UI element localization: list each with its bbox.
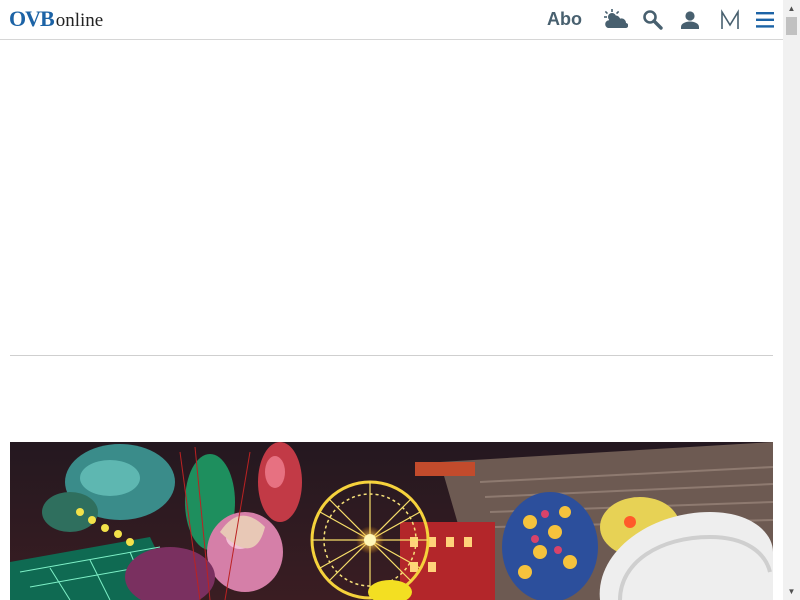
user-icon[interactable] xyxy=(679,9,701,31)
scroll-down-arrow-icon[interactable]: ▼ xyxy=(783,583,800,600)
logo-online-text: online xyxy=(55,10,104,31)
weather-icon[interactable] xyxy=(602,8,628,32)
abo-link[interactable]: Abo xyxy=(547,9,582,30)
logo-ovb-text: OVB xyxy=(9,6,55,31)
site-logo[interactable]: OVB online xyxy=(9,6,103,32)
search-icon[interactable] xyxy=(642,9,664,31)
scroll-up-arrow-icon[interactable]: ▲ xyxy=(783,0,800,17)
ad-slot xyxy=(10,40,773,354)
hero-photo[interactable] xyxy=(10,442,773,600)
header-actions: Abo xyxy=(547,0,775,39)
merkur-icon[interactable] xyxy=(719,8,741,31)
scrollbar-thumb[interactable] xyxy=(786,17,797,35)
content-divider xyxy=(10,355,773,356)
menu-icon[interactable] xyxy=(755,9,775,31)
hero-photo-illustration xyxy=(10,442,773,600)
vertical-scrollbar[interactable]: ▲ ▼ xyxy=(783,0,800,600)
site-header: OVB online Abo xyxy=(0,0,783,40)
page: OVB online Abo xyxy=(0,0,783,600)
